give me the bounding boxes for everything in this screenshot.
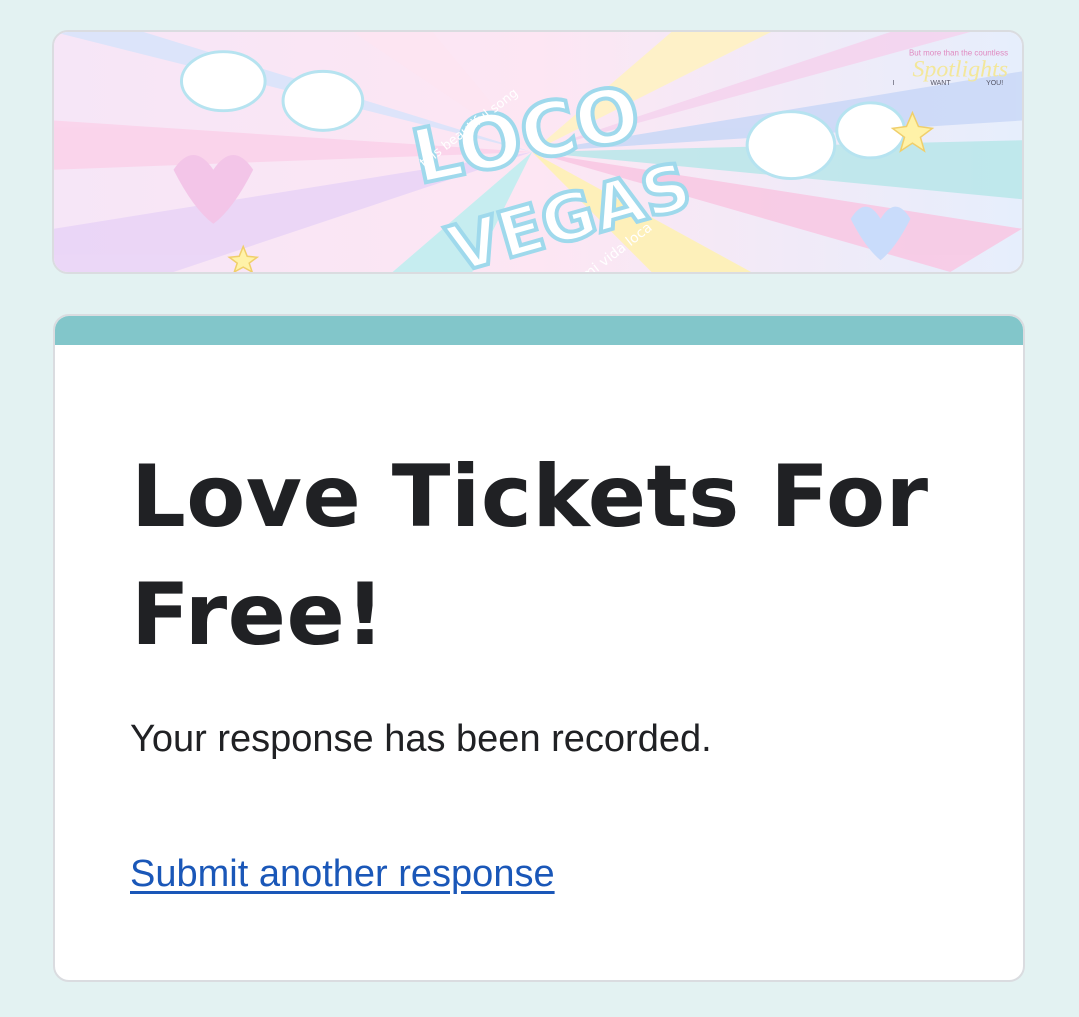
confirmation-card: Love Tickets For Free! Your response has… (53, 314, 1025, 982)
header-banner-image: LOCO VEGAS this beautiful song mi vida l… (52, 30, 1024, 274)
form-title: Love Tickets For Free! (131, 447, 929, 665)
confirmation-message: Your response has been recorded. (130, 718, 712, 760)
svg-text:YOU!: YOU! (986, 80, 1003, 87)
banner-artwork: LOCO VEGAS this beautiful song mi vida l… (54, 32, 1022, 272)
card-accent-bar (55, 316, 1023, 345)
svg-text:Spotlights: Spotlights (912, 56, 1008, 82)
svg-text:I: I (893, 80, 895, 87)
svg-text:WANT: WANT (930, 80, 951, 87)
submit-another-response-link[interactable]: Submit another response (130, 853, 555, 896)
